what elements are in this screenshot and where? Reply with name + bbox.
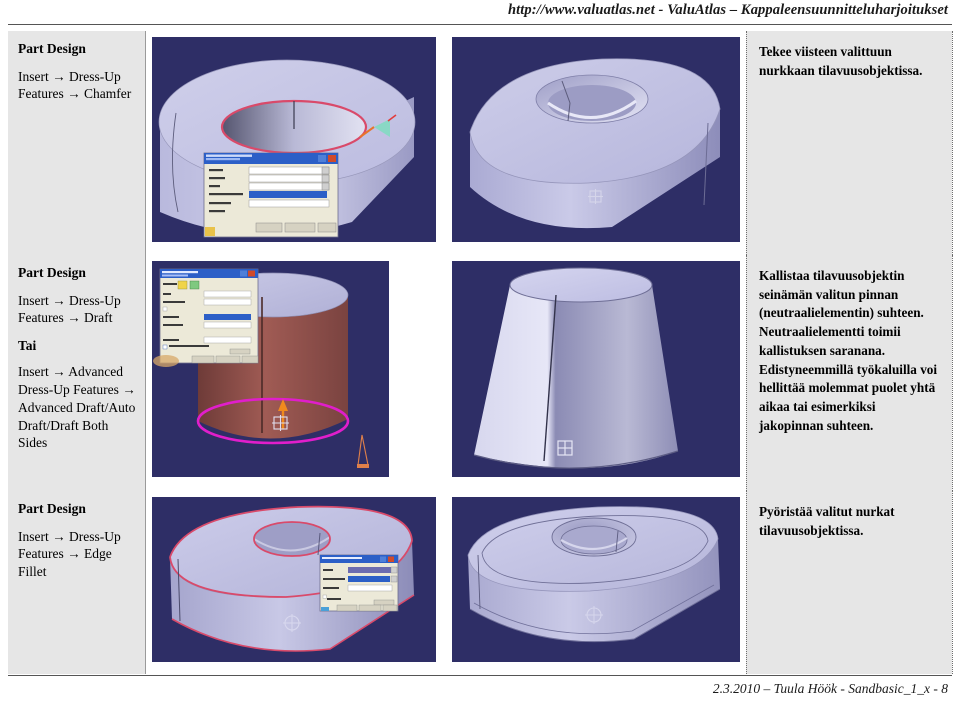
description-text: Tekee viisteen valittuun nurkkaan tilavu… xyxy=(759,44,923,78)
chamfer-result-view xyxy=(452,37,740,242)
draft-selection-view xyxy=(152,261,389,477)
origin-marker-icon xyxy=(272,415,289,431)
command-reference-table: Part Design Insert → Dress-Up Features →… xyxy=(8,31,953,676)
cad-viewport xyxy=(152,261,389,477)
workbench-label: Part Design xyxy=(18,501,86,516)
footer-divider xyxy=(8,675,952,676)
header-title: http://www.valuatlas.net - ValuAtlas – K… xyxy=(507,2,948,18)
command-cell: Part Design Insert → Dress-Up Features →… xyxy=(8,255,146,491)
alternative-label: Tai xyxy=(18,338,37,354)
figure-cell xyxy=(446,491,746,674)
menu-path-primary: Insert → Dress-Up Features → Chamfer xyxy=(18,68,132,102)
command-cell: Part Design Insert → Dress-Up Features →… xyxy=(8,31,146,255)
command-cell: Part Design Insert → Dress-Up Features →… xyxy=(8,491,146,674)
figure-cell xyxy=(446,255,746,491)
menu-path-primary: Insert → Dress-Up Features → Edge Fillet xyxy=(18,528,121,580)
page-root: http://www.valuatlas.net - ValuAtlas – K… xyxy=(0,0,960,705)
cad-viewport xyxy=(452,261,740,477)
edge-fillet-definition-dialog[interactable] xyxy=(319,554,399,612)
origin-marker-icon xyxy=(588,189,603,204)
fillet-selection-view xyxy=(152,497,436,662)
figure-cell xyxy=(146,491,446,674)
figure-cell xyxy=(446,31,746,255)
right-dotted-border xyxy=(952,255,953,491)
menu-path-secondary: Insert → Advanced Dress-Up Features → Ad… xyxy=(18,364,136,451)
cad-viewport xyxy=(152,497,436,662)
table-row: Part Design Insert → Dress-Up Features →… xyxy=(8,255,953,491)
cad-viewport xyxy=(152,37,436,242)
page-footer: 2.3.2010 – Tuula Höök - Sandbasic_1_x - … xyxy=(0,671,960,705)
workbench-label: Part Design xyxy=(18,41,86,56)
table-row: Part Design Insert → Dress-Up Features →… xyxy=(8,491,953,674)
header-divider xyxy=(8,24,952,25)
chamfer-selection-view xyxy=(152,37,436,242)
description-cell: Tekee viisteen valittuun nurkkaan tilavu… xyxy=(746,31,953,255)
table-row: Part Design Insert → Dress-Up Features →… xyxy=(8,31,953,255)
draft-result-view xyxy=(452,261,740,477)
menu-path-primary: Insert → Dress-Up Features → Draft xyxy=(18,292,121,326)
draft-definition-dialog[interactable] xyxy=(159,268,259,364)
figure-cell xyxy=(146,31,446,255)
description-text: Kallistaa tilavuusobjektin seinämän vali… xyxy=(759,268,938,433)
cad-viewport xyxy=(452,37,740,242)
chamfer-definition-dialog[interactable] xyxy=(203,152,339,238)
right-dotted-border xyxy=(952,491,953,674)
description-cell: Pyöristää valitut nurkat tilavuusobjekti… xyxy=(746,491,953,674)
footer-citation: 2.3.2010 – Tuula Höök - Sandbasic_1_x - … xyxy=(712,681,948,696)
description-cell: Kallistaa tilavuusobjektin seinämän vali… xyxy=(746,255,953,491)
page-header: http://www.valuatlas.net - ValuAtlas – K… xyxy=(0,0,960,30)
fillet-result-view xyxy=(452,497,740,662)
cad-viewport xyxy=(452,497,740,662)
right-dotted-border xyxy=(952,31,953,255)
description-text: Pyöristää valitut nurkat tilavuusobjekti… xyxy=(759,504,895,538)
workbench-label: Part Design xyxy=(18,265,86,280)
figure-cell xyxy=(146,255,446,491)
